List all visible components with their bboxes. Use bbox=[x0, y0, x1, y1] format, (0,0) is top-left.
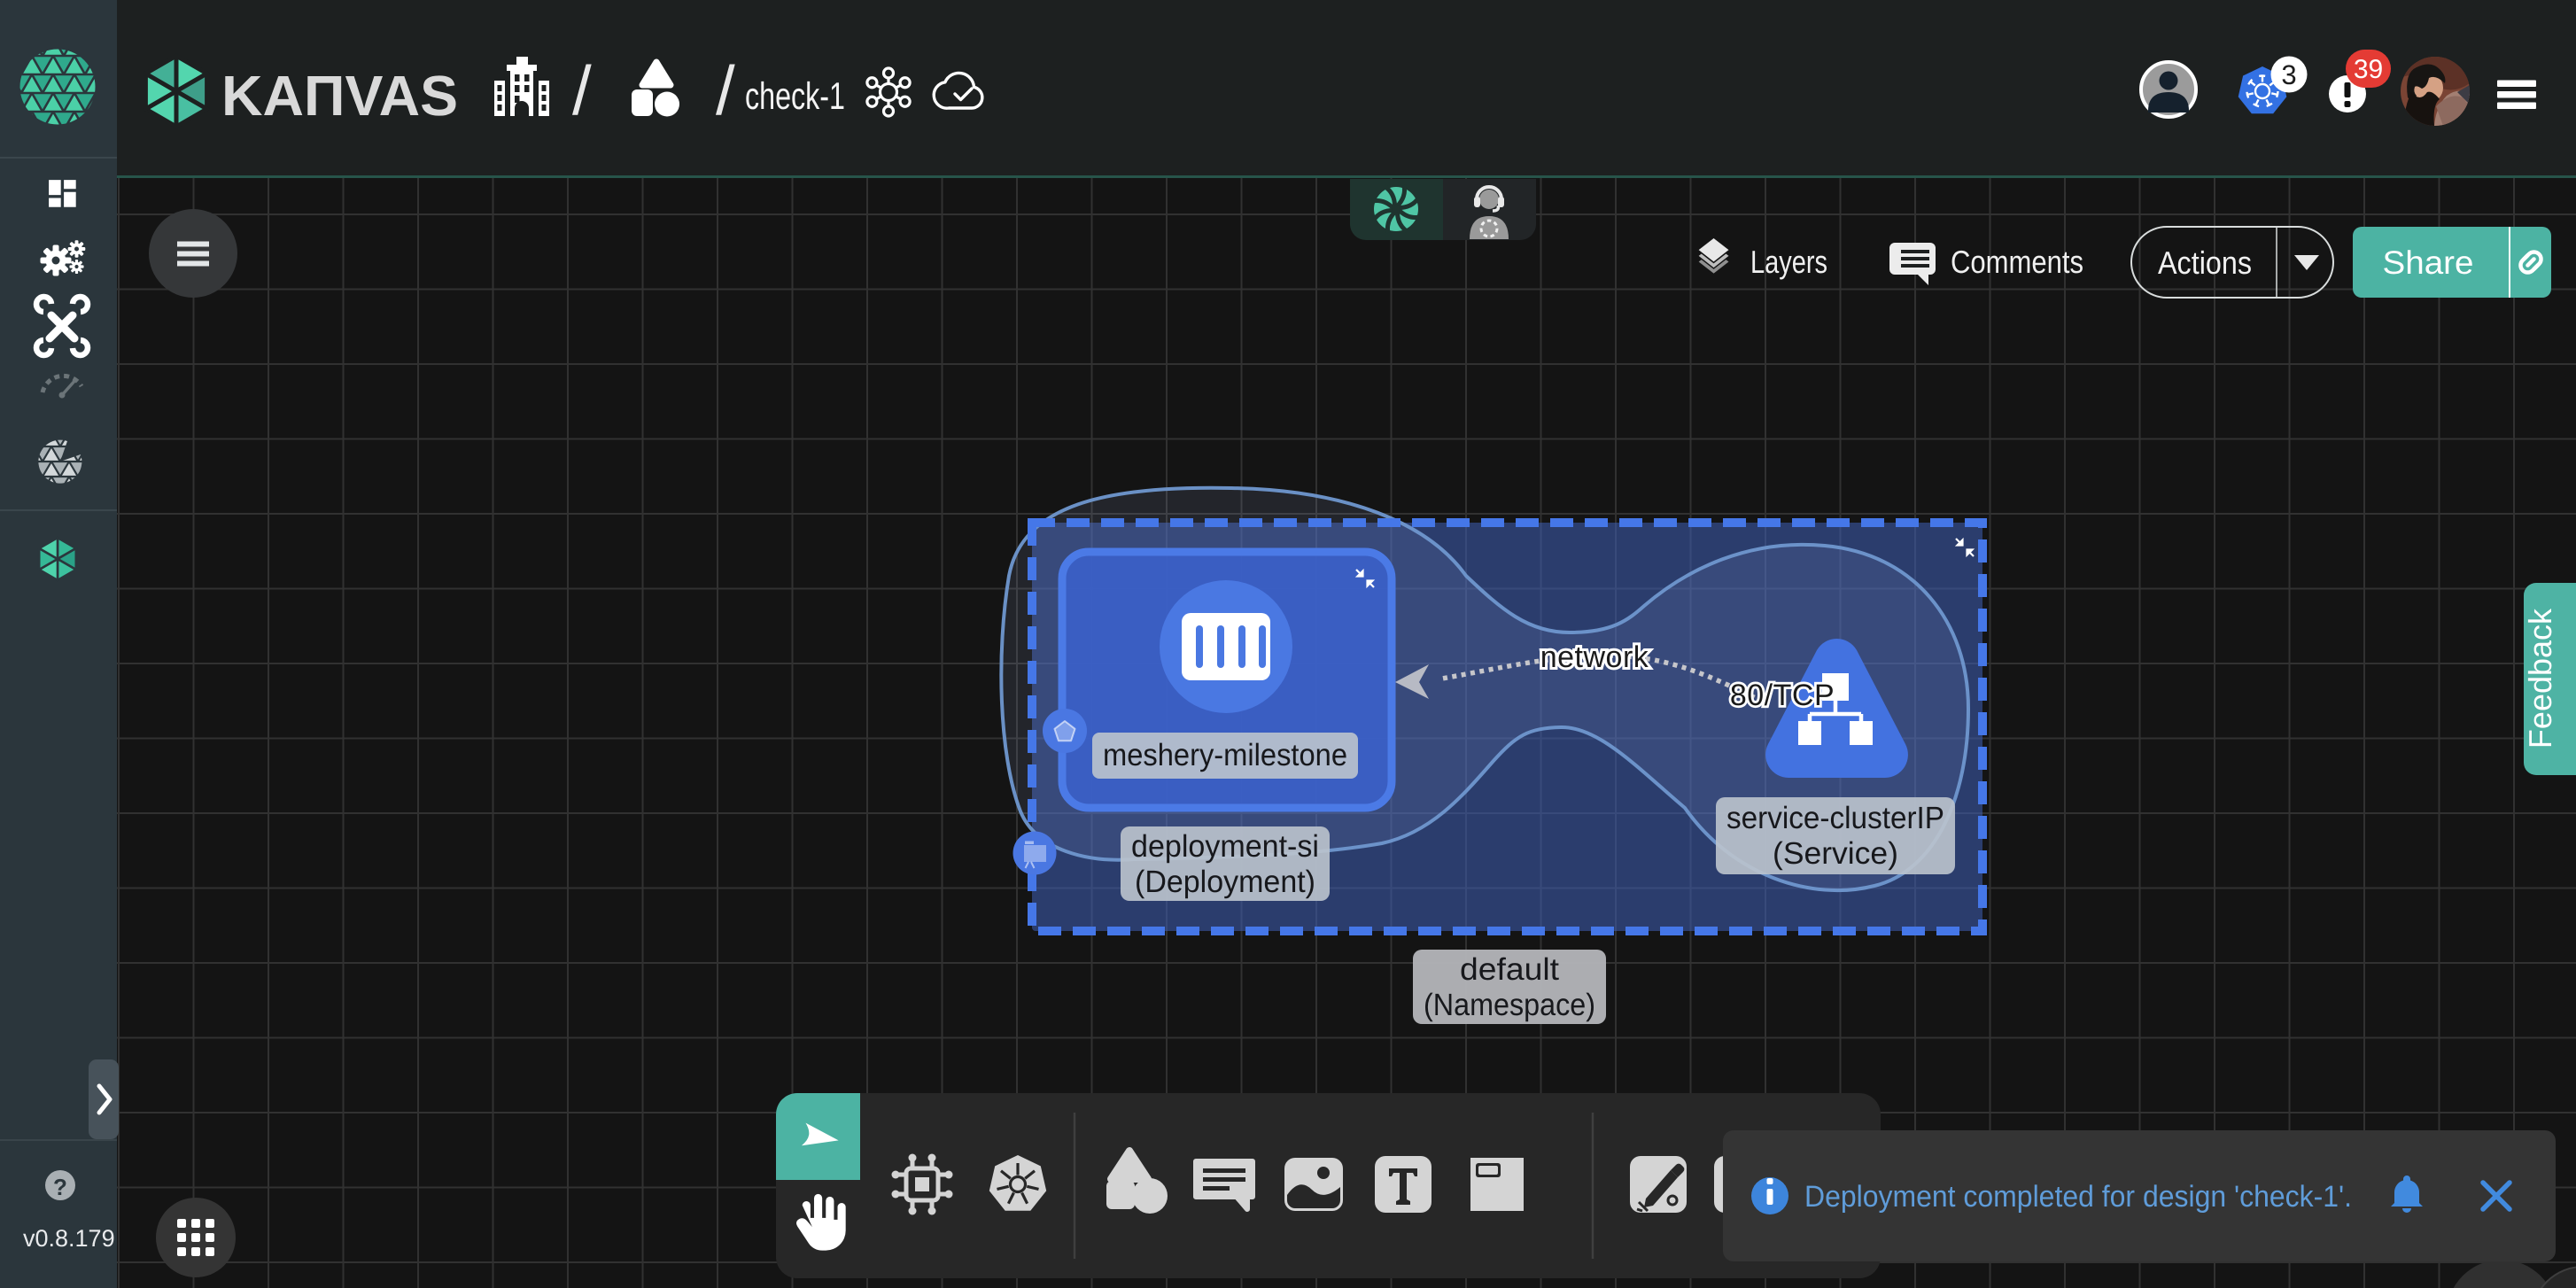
svg-text:?: ? bbox=[53, 1174, 67, 1200]
svg-text:meshery-milestone: meshery-milestone bbox=[1103, 738, 1347, 772]
svg-text:Actions: Actions bbox=[2158, 244, 2252, 281]
svg-text:check-1: check-1 bbox=[745, 75, 845, 118]
svg-text:default: default bbox=[1460, 952, 1559, 987]
svg-text:(Namespace): (Namespace) bbox=[1424, 988, 1595, 1022]
svg-text:service-clusterIP: service-clusterIP bbox=[1726, 801, 1944, 835]
svg-text:80/TCP: 80/TCP bbox=[1730, 679, 1835, 712]
svg-text:Deployment completed for desig: Deployment completed for design 'check-1… bbox=[1804, 1180, 2352, 1214]
svg-text:v0.8.179: v0.8.179 bbox=[23, 1225, 115, 1252]
svg-text:Layers: Layers bbox=[1750, 244, 1827, 280]
svg-text:deployment-si: deployment-si bbox=[1131, 829, 1319, 864]
svg-text:(Service): (Service) bbox=[1773, 836, 1898, 871]
svg-text:/: / bbox=[716, 51, 735, 129]
svg-text:/: / bbox=[572, 51, 592, 129]
svg-text:39: 39 bbox=[2354, 55, 2383, 84]
svg-text:3: 3 bbox=[2281, 59, 2296, 90]
svg-text:(Deployment): (Deployment) bbox=[1135, 865, 1315, 899]
svg-text:KAΠVAS: KAΠVAS bbox=[221, 64, 458, 128]
svg-text:Share: Share bbox=[2383, 244, 2474, 281]
svg-text:Feedback: Feedback bbox=[2522, 608, 2558, 749]
svg-text:network: network bbox=[1540, 640, 1649, 674]
svg-text:Comments: Comments bbox=[1951, 244, 2083, 280]
